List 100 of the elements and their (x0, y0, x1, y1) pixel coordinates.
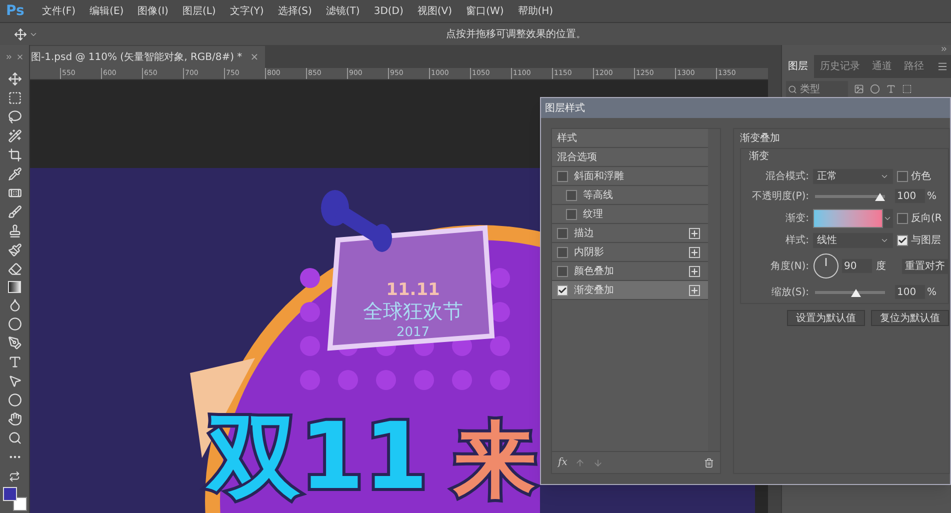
marquee-tool-icon[interactable] (8, 91, 22, 105)
angle-dial[interactable] (813, 253, 839, 279)
eyedropper-icon[interactable] (8, 167, 22, 181)
checkbox[interactable] (557, 284, 568, 296)
panel-tab[interactable]: 历史记录 (814, 55, 866, 78)
menu-item[interactable]: 3D(D) (374, 4, 404, 18)
checkbox[interactable] (557, 228, 568, 238)
field-label: 混合模式: (764, 170, 809, 184)
brush-icon[interactable] (8, 205, 22, 219)
bandage-icon[interactable] (8, 186, 22, 200)
adjustment-filter-icon[interactable] (870, 84, 880, 94)
image-filter-icon[interactable] (854, 84, 864, 94)
group-title: 渐变 (748, 150, 770, 164)
checkbox[interactable] (897, 170, 908, 182)
checkbox[interactable] (566, 208, 577, 220)
document-tab[interactable]: 图-1.psd @ 110% (矢量智能对象, RGB/8#) * × (30, 46, 265, 68)
checkbox[interactable] (897, 212, 908, 224)
panel-tab[interactable]: 图层 (782, 55, 814, 78)
style-list-item[interactable]: 斜面和浮雕 (552, 167, 708, 186)
history-brush-icon[interactable] (8, 243, 22, 257)
section-title: 渐变叠加 (740, 132, 781, 146)
opacity-field[interactable]: 100 (895, 189, 925, 203)
unit-label: 度 (876, 260, 886, 274)
fx-button[interactable]: fx (558, 455, 568, 470)
checkbox[interactable] (557, 246, 568, 258)
dodge-tool-icon[interactable] (8, 317, 22, 331)
badge-text: 11.11 (386, 280, 440, 300)
filter-dropdown[interactable]: 类型 (786, 81, 848, 97)
move-tool-icon[interactable] (8, 72, 22, 86)
hand-icon[interactable] (8, 412, 22, 426)
shape-filter-icon[interactable] (902, 84, 912, 94)
default-button[interactable]: 设置为默认值 (787, 310, 865, 326)
badge-text: 2017 (396, 325, 430, 340)
style-list-item[interactable]: 渐变叠加 (552, 281, 708, 300)
add-icon[interactable] (689, 284, 700, 296)
slider-thumb[interactable] (875, 192, 885, 200)
gradient-tool-icon[interactable] (8, 281, 21, 293)
ellipse-tool-icon[interactable] (8, 393, 22, 407)
type-tool-icon[interactable] (8, 355, 22, 369)
menu-item[interactable]: 帮助(H) (518, 4, 554, 18)
menu-item[interactable]: 滤镜(T) (326, 4, 360, 18)
style-list-item[interactable]: 描边 (552, 224, 708, 243)
style-list-item[interactable]: 样式 (552, 129, 708, 148)
stamp-icon[interactable] (8, 224, 22, 238)
pen-tool-icon[interactable] (8, 336, 22, 350)
style-list-item[interactable]: 纹理 (552, 205, 708, 224)
panel-tab[interactable]: 路径 (898, 55, 930, 78)
menu-item[interactable]: 图像(I) (138, 4, 168, 18)
style-list-item[interactable]: 混合选项 (552, 148, 708, 167)
checkbox-label: 与图层 (911, 234, 941, 248)
menu-item[interactable]: 图层(L) (182, 4, 216, 18)
add-icon[interactable] (689, 266, 700, 276)
move-icon[interactable] (14, 28, 27, 40)
scale-field[interactable]: 100 (895, 285, 925, 299)
menu-item[interactable]: 文字(Y) (230, 4, 264, 18)
checkbox[interactable] (557, 266, 568, 276)
checkbox[interactable] (897, 234, 908, 246)
style-list-item[interactable]: 颜色叠加 (552, 262, 708, 281)
droplet-icon[interactable] (8, 298, 22, 312)
collapse-icon[interactable] (5, 52, 13, 60)
blend-mode-dropdown[interactable]: 正常 (813, 168, 893, 184)
checkbox[interactable] (566, 190, 577, 200)
checkbox[interactable] (557, 170, 568, 182)
color-swatches[interactable] (2, 487, 26, 511)
menu-item[interactable]: 文件(F) (42, 4, 76, 18)
pointer-icon[interactable] (8, 374, 22, 388)
field-label: 缩放(S): (770, 286, 809, 300)
trash-icon[interactable] (704, 458, 714, 468)
checkbox-label: 反向(R (911, 212, 942, 226)
slider-thumb[interactable] (851, 288, 861, 296)
add-icon[interactable] (689, 228, 700, 238)
menu-item[interactable]: 窗口(W) (466, 4, 504, 18)
style-list-item[interactable]: 等高线 (552, 186, 708, 205)
unit-label: % (927, 286, 937, 300)
lasso-tool-icon[interactable] (8, 110, 22, 124)
angle-field[interactable]: 90 (842, 259, 872, 273)
field-label: 角度(N): (769, 260, 809, 274)
zoom-icon[interactable] (8, 431, 22, 445)
add-icon[interactable] (689, 246, 700, 258)
unit-label: % (927, 190, 937, 204)
menu-item[interactable]: 视图(V) (417, 4, 452, 18)
field-label: 不透明度(P): (750, 190, 809, 204)
default-button[interactable]: 复位为默认值 (871, 310, 949, 326)
magic-wand-icon[interactable] (8, 129, 22, 143)
menu-item[interactable]: 编辑(E) (90, 4, 124, 18)
pushpin-drawing (321, 190, 392, 252)
eraser-icon[interactable] (8, 262, 22, 276)
close-icon[interactable] (16, 52, 24, 60)
gradient-swatch[interactable] (813, 208, 883, 228)
swap-colors-icon[interactable] (9, 471, 20, 482)
crop-tool-icon[interactable] (8, 148, 22, 162)
type-filter-icon[interactable] (886, 84, 896, 94)
checkbox-label: 仿色 (911, 170, 931, 184)
menu-item[interactable]: 选择(S) (278, 4, 312, 18)
style-dropdown[interactable]: 线性 (813, 232, 893, 248)
close-tab-icon[interactable]: × (250, 50, 259, 64)
reset-align-button[interactable]: 重置对齐 (902, 258, 948, 274)
style-list-item[interactable]: 内阴影 (552, 243, 708, 262)
caret-icon[interactable] (883, 208, 893, 228)
panel-tab[interactable]: 通道 (866, 55, 898, 78)
